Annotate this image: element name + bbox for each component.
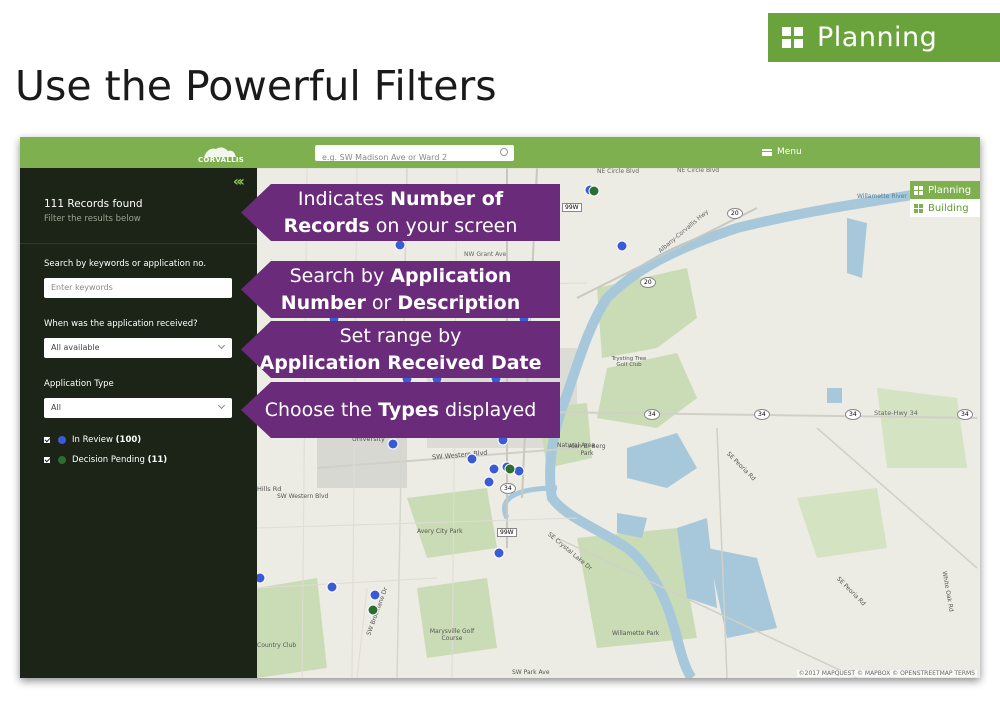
menu-label: Menu [777,147,802,157]
map-marker-in-review [326,581,338,593]
hamburger-icon [762,148,772,156]
map-marker-in-review [387,438,399,450]
filter-sidebar: «‹ 111 Records found Filter the results … [20,168,257,678]
status-label: In Review [72,435,113,445]
map-marker-in-review [466,453,478,465]
slide-title: Use the Powerful Filters [15,62,497,110]
layer-building[interactable]: Building [910,199,980,217]
search-icon[interactable] [500,148,508,156]
map-attribution[interactable]: ©2017 MAPQUEST © MAPBOX © OPENSTREETMAP … [796,670,977,677]
callout-date: Set range by Application Received Date [241,321,560,378]
map-marker-in-review [483,476,495,488]
layer-planning[interactable]: Planning [910,181,980,199]
status-filter-in-review[interactable]: In Review (100) [44,435,141,445]
decision-pending-dot-icon [58,456,66,464]
menu-button[interactable]: Menu [762,147,802,157]
map-marker-in-review [616,240,628,252]
map-marker-in-review [513,465,525,477]
status-count: (100) [115,435,142,445]
type-label: Application Type [44,379,114,389]
map-marker-decision-pending [504,463,516,475]
date-select[interactable]: All available [44,338,232,358]
filter-hint: Filter the results below [44,214,141,224]
map-marker-in-review [394,239,406,251]
map-marker-decision-pending [367,604,379,616]
grid-icon [782,27,803,48]
in-review-dot-icon [58,436,66,444]
type-select-value: All [51,403,61,412]
type-select[interactable]: All [44,398,232,418]
status-count: (11) [147,455,168,465]
records-found: 111 Records found [44,198,143,210]
app-header: CORVALLIS Menu [20,137,980,168]
collapse-chevrons-icon[interactable]: «‹ [233,174,245,190]
logo-text: CORVALLIS [198,156,245,164]
map-marker-in-review [493,547,505,559]
callout-records: Indicates Number of Records on your scre… [241,184,560,241]
map-marker-in-review [257,572,266,584]
callout-types: Choose the Types displayed [241,382,560,438]
divider [20,243,257,244]
grid-icon [914,185,923,195]
map-marker-in-review [488,463,500,475]
layer-label: Building [928,202,969,214]
map-marker-in-review [369,589,381,601]
chevron-down-icon [217,341,226,350]
status-filter-decision-pending[interactable]: Decision Pending (11) [44,455,167,465]
keyword-input[interactable]: Enter keywords [44,278,232,298]
map-marker-decision-pending [588,185,600,197]
status-label: Decision Pending [72,455,145,465]
address-search [315,145,514,166]
date-select-value: All available [51,343,100,352]
address-search-input[interactable] [315,149,492,166]
planning-badge: Planning [768,13,1000,62]
chevron-down-icon [217,401,226,410]
date-label: When was the application received? [44,319,198,329]
grid-icon [914,203,923,213]
keyword-label: Search by keywords or application no. [44,259,207,269]
layer-switcher: Planning Building [910,181,980,217]
badge-label: Planning [817,22,938,53]
checkbox-checked[interactable] [44,457,50,463]
checkbox-checked[interactable] [44,437,50,443]
callout-search: Search by Application Number or Descript… [241,261,560,318]
app-screenshot: NE Circle Blvd NE Circle Blvd NW Grant A… [20,137,980,678]
layer-label: Planning [928,184,972,196]
